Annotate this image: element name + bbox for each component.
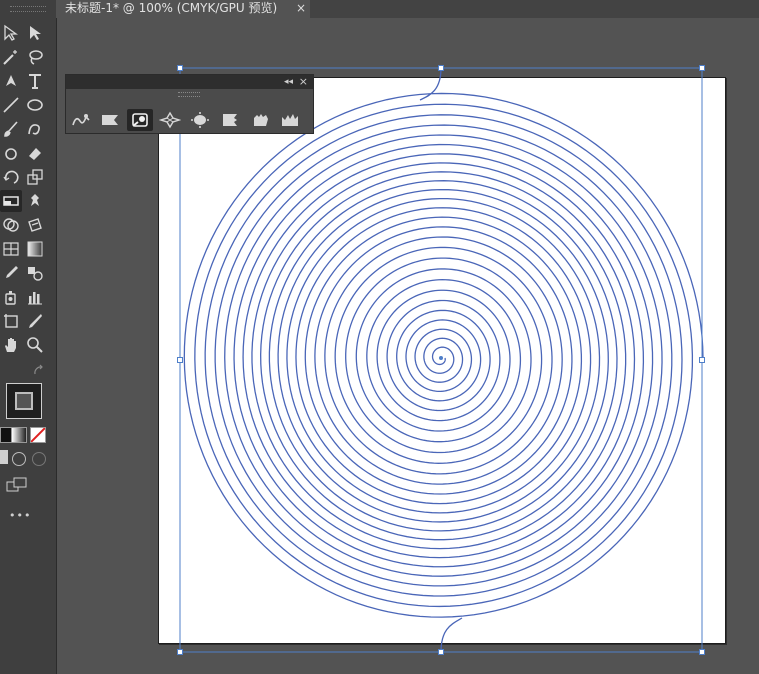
wrinkle-icon[interactable] xyxy=(247,109,273,131)
handle-middle-left[interactable] xyxy=(177,357,183,363)
handle-bottom-left[interactable] xyxy=(177,649,183,655)
handle-top-center[interactable] xyxy=(438,65,444,71)
close-panel-icon[interactable]: × xyxy=(299,75,308,89)
collapse-panel-icon[interactable]: ◂◂ xyxy=(284,75,293,89)
crystallize-icon[interactable] xyxy=(157,109,183,131)
bloat-icon[interactable] xyxy=(187,109,213,131)
warp-icon[interactable] xyxy=(97,109,123,131)
twirl-icon[interactable] xyxy=(127,109,153,131)
liquify-tools-panel: ◂◂ × xyxy=(65,74,314,134)
handle-top-right[interactable] xyxy=(699,65,705,71)
crown-icon[interactable] xyxy=(277,109,303,131)
panel-grip[interactable] xyxy=(178,92,200,97)
handle-bottom-right[interactable] xyxy=(699,649,705,655)
pucker-icon[interactable] xyxy=(68,109,94,131)
panel-header[interactable]: ◂◂ × xyxy=(66,75,313,89)
handle-middle-right[interactable] xyxy=(699,357,705,363)
scallop-icon[interactable] xyxy=(217,109,243,131)
spiral-path[interactable] xyxy=(183,67,704,653)
handle-top-left[interactable] xyxy=(177,65,183,71)
handle-bottom-center[interactable] xyxy=(438,649,444,655)
center-point xyxy=(439,356,443,360)
